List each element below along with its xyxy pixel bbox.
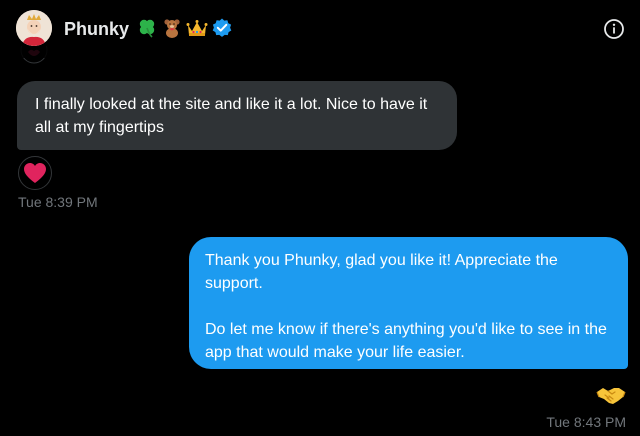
name-badges bbox=[136, 16, 233, 40]
avatar[interactable] bbox=[16, 10, 52, 46]
info-button[interactable] bbox=[603, 18, 625, 40]
outgoing-message-timestamp: Tue 8:43 PM bbox=[546, 414, 626, 430]
teddy-bear-icon bbox=[161, 17, 183, 39]
incoming-message-timestamp: Tue 8:39 PM bbox=[18, 194, 98, 210]
conversation-header: Phunky bbox=[0, 0, 640, 58]
info-icon bbox=[604, 19, 624, 39]
crown-icon bbox=[186, 17, 208, 39]
four-leaf-clover-icon bbox=[136, 17, 158, 39]
incoming-message-text: I finally looked at the site and like it… bbox=[35, 96, 428, 136]
dm-conversation-screen: Phunky I finally looked at the site and … bbox=[0, 0, 640, 436]
verified-badge-icon bbox=[211, 17, 233, 39]
outgoing-message-paragraph: Do let me know if there's anything you'd… bbox=[205, 321, 607, 361]
outgoing-message-bubble[interactable]: Thank you Phunky, glad you like it! Appr… bbox=[189, 237, 628, 369]
incoming-message-bubble[interactable]: I finally looked at the site and like it… bbox=[17, 81, 457, 150]
handshake-icon bbox=[596, 388, 626, 404]
red-heart-icon bbox=[24, 163, 46, 183]
outgoing-message-paragraph: Thank you Phunky, glad you like it! Appr… bbox=[205, 252, 558, 292]
contact-name[interactable]: Phunky bbox=[64, 18, 129, 40]
heart-reaction[interactable] bbox=[18, 156, 52, 190]
handshake-reaction[interactable] bbox=[594, 378, 628, 412]
